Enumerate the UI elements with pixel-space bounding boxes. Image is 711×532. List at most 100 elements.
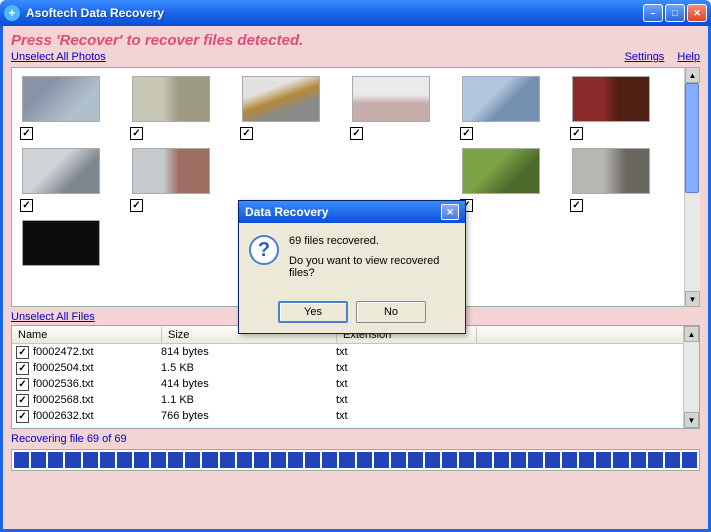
file-extension: txt [336,394,476,406]
photo-item[interactable] [22,220,114,266]
photo-checkbox[interactable] [570,199,583,212]
progress-segment [545,452,560,468]
unselect-all-files-link[interactable]: Unselect All Files [11,311,95,323]
scroll-up-arrow[interactable]: ▲ [684,326,699,342]
progress-segment [408,452,423,468]
dialog-close-button[interactable]: ✕ [441,204,459,220]
progress-segment [185,452,200,468]
progress-segment [168,452,183,468]
file-checkbox[interactable] [16,394,29,407]
progress-segment [494,452,509,468]
photo-checkbox[interactable] [20,199,33,212]
photo-checkbox[interactable] [570,127,583,140]
file-row[interactable]: f0002472.txt814 bytestxt [12,344,699,360]
photo-item[interactable] [572,148,664,194]
column-header-name[interactable]: Name [12,327,162,343]
progress-segment [254,452,269,468]
photo-scrollbar[interactable]: ▲ ▼ [684,67,700,307]
settings-link[interactable]: Settings [625,51,665,63]
progress-segment [220,452,235,468]
file-size: 1.5 KB [161,362,336,374]
column-header-empty [477,333,699,337]
progress-segment [288,452,303,468]
progress-segment [100,452,115,468]
progress-segment [459,452,474,468]
photo-checkbox[interactable] [130,127,143,140]
titlebar: Asoftech Data Recovery – □ ✕ [0,0,711,26]
photo-item[interactable] [132,76,224,122]
photo-thumbnail [22,76,100,122]
scroll-thumb[interactable] [685,83,699,193]
file-checkbox[interactable] [16,362,29,375]
maximize-button[interactable]: □ [665,4,685,22]
photo-checkbox[interactable] [20,127,33,140]
photo-item[interactable] [352,76,444,122]
file-size: 766 bytes [161,410,336,422]
photo-thumbnail [572,148,650,194]
file-row[interactable]: f0002568.txt1.1 KBtxt [12,392,699,408]
photo-checkbox[interactable] [460,127,473,140]
dialog-message-2: Do you want to view recovered files? [289,255,455,279]
progress-bar [11,449,700,471]
photo-thumbnail [572,76,650,122]
close-button[interactable]: ✕ [687,4,707,22]
progress-segment [202,452,217,468]
progress-segment [562,452,577,468]
dialog-titlebar: Data Recovery ✕ [239,201,465,223]
progress-segment [322,452,337,468]
file-checkbox[interactable] [16,410,29,423]
photo-item[interactable] [242,76,334,122]
progress-segment [391,452,406,468]
photo-thumbnail [132,76,210,122]
instructions-text: Press 'Recover' to recover files detecte… [11,32,700,49]
photo-thumbnail [22,220,100,266]
minimize-button[interactable]: – [643,4,663,22]
photo-item[interactable] [462,76,554,122]
file-extension: txt [336,378,476,390]
yes-button[interactable]: Yes [278,301,348,323]
progress-segment [374,452,389,468]
dialog-message-1: 69 files recovered. [289,235,455,247]
file-list: Name Size Extension f0002472.txt814 byte… [11,325,700,429]
photo-item[interactable] [572,76,664,122]
window-title: Asoftech Data Recovery [26,6,643,20]
photo-item[interactable] [22,76,114,122]
file-list-scrollbar[interactable]: ▲ ▼ [683,326,699,428]
photo-item[interactable] [132,148,224,194]
file-row[interactable]: f0002632.txt766 bytestxt [12,408,699,424]
no-button[interactable]: No [356,301,426,323]
progress-segment [31,452,46,468]
help-link[interactable]: Help [677,51,700,63]
photo-item[interactable] [462,148,554,194]
progress-segment [682,452,697,468]
progress-segment [48,452,63,468]
progress-segment [151,452,166,468]
progress-segment [579,452,594,468]
progress-segment [442,452,457,468]
progress-segment [613,452,628,468]
progress-segment [357,452,372,468]
file-extension: txt [336,410,476,422]
progress-segment [14,452,29,468]
file-size: 414 bytes [161,378,336,390]
progress-segment [665,452,680,468]
photo-thumbnail [22,148,100,194]
progress-segment [271,452,286,468]
progress-segment [596,452,611,468]
scroll-up-arrow[interactable]: ▲ [685,67,700,83]
unselect-all-photos-link[interactable]: Unselect All Photos [11,51,106,63]
photo-item[interactable] [22,148,114,194]
photo-checkbox[interactable] [350,127,363,140]
photo-checkbox[interactable] [240,127,253,140]
scroll-down-arrow[interactable]: ▼ [685,291,700,307]
file-row[interactable]: f0002504.txt1.5 KBtxt [12,360,699,376]
file-checkbox[interactable] [16,378,29,391]
scroll-down-arrow[interactable]: ▼ [684,412,699,428]
file-row[interactable]: f0002536.txt414 bytestxt [12,376,699,392]
recovery-dialog: Data Recovery ✕ ? 69 files recovered. Do… [238,200,466,334]
progress-segment [83,452,98,468]
file-name: f0002632.txt [33,410,161,422]
photo-checkbox[interactable] [130,199,143,212]
file-name: f0002568.txt [33,394,161,406]
file-checkbox[interactable] [16,346,29,359]
